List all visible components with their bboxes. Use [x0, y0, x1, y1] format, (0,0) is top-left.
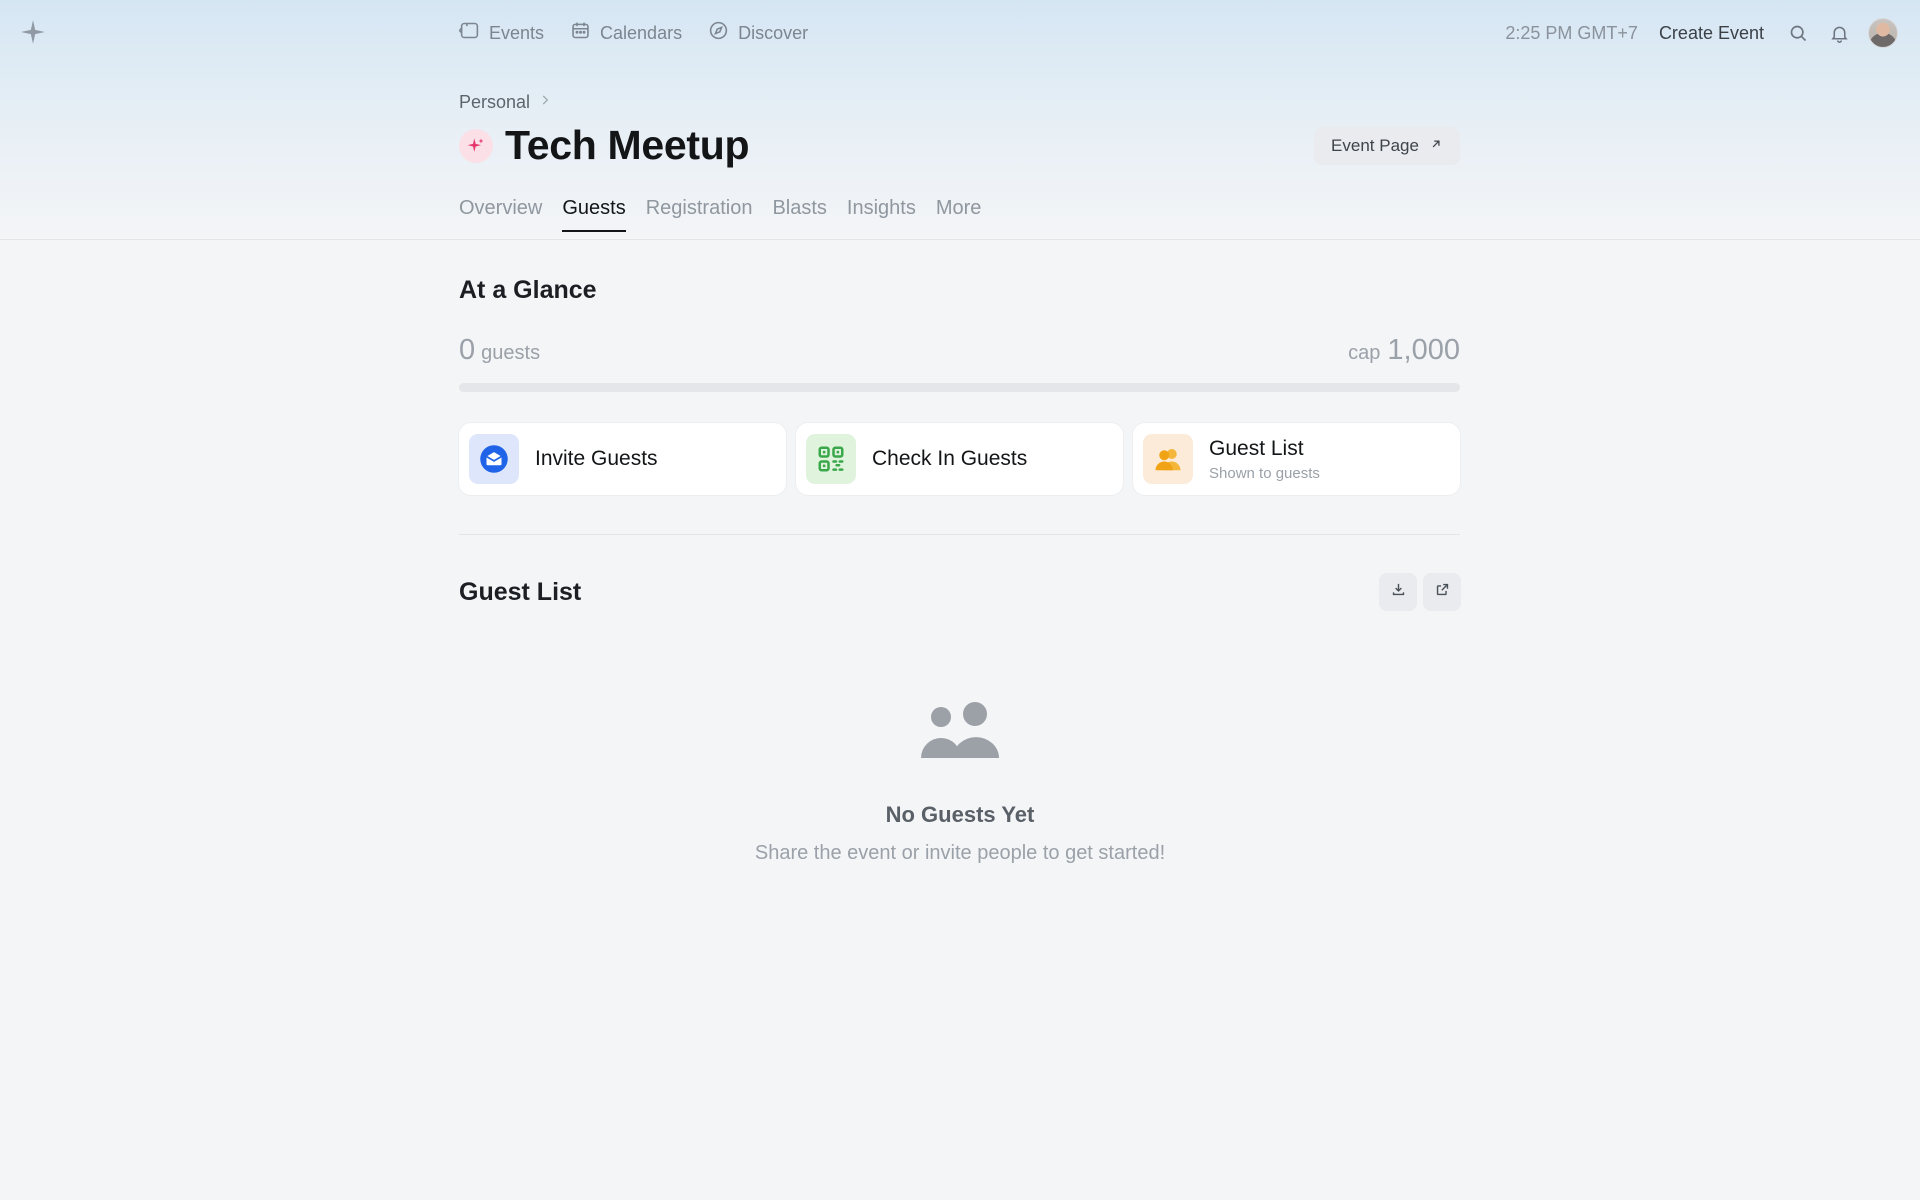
- invite-guests-card[interactable]: Invite Guests: [459, 423, 786, 495]
- event-sparkle-icon: [459, 128, 493, 163]
- nav-link-label: Events: [489, 22, 545, 43]
- current-time: 2:25 PM GMT+7: [1505, 22, 1638, 43]
- card-label: Invite Guests: [535, 447, 658, 470]
- empty-state-title: No Guests Yet: [885, 802, 1035, 827]
- arrow-up-right-icon: [1429, 136, 1443, 156]
- divider: [459, 534, 1460, 535]
- cap-label: cap: [1348, 342, 1381, 364]
- create-event-link[interactable]: Create Event: [1659, 23, 1764, 44]
- event-page-button[interactable]: Event Page: [1314, 127, 1460, 165]
- external-link-icon: [1434, 581, 1451, 603]
- event-tabs: Overview Guests Registration Blasts Insi…: [459, 197, 981, 232]
- event-page-label: Event Page: [1331, 136, 1419, 155]
- breadcrumb-personal: Personal: [459, 92, 531, 112]
- guest-list-actions: [1379, 573, 1461, 611]
- guest-count: 0 guests: [459, 334, 540, 367]
- capacity: cap 1,000: [1348, 334, 1460, 367]
- open-external-button[interactable]: [1423, 573, 1461, 611]
- nav-link-calendars[interactable]: Calendars: [570, 20, 682, 46]
- nav-link-events[interactable]: Events: [459, 20, 544, 46]
- nav-link-label: Calendars: [600, 22, 683, 43]
- chevron-right-icon: [538, 93, 552, 112]
- tab-more[interactable]: More: [936, 197, 982, 232]
- users-icon: [1143, 434, 1193, 484]
- guest-count-unit: guests: [481, 342, 541, 364]
- calendar-icon: [570, 20, 591, 46]
- card-label: Guest List: [1209, 436, 1304, 460]
- at-a-glance-title: At a Glance: [459, 276, 597, 304]
- nav-link-label: Discover: [738, 22, 809, 43]
- ticket-icon: [459, 20, 480, 46]
- sparkle-logo-icon[interactable]: [20, 19, 46, 45]
- search-icon[interactable]: [1786, 21, 1810, 45]
- top-nav: Events Calendars Discover 2:25 PM GMT+7 …: [0, 0, 1920, 66]
- empty-users-icon: [921, 702, 1001, 758]
- envelope-icon: [469, 434, 519, 484]
- nav-link-discover[interactable]: Discover: [708, 20, 808, 46]
- qr-code-icon: [806, 434, 856, 484]
- cap-value: 1,000: [1387, 334, 1460, 366]
- nav-right: 2:25 PM GMT+7 Create Event: [1505, 0, 1898, 66]
- tab-blasts[interactable]: Blasts: [772, 197, 826, 232]
- guest-list-card[interactable]: Guest List Shown to guests: [1133, 423, 1460, 495]
- bell-icon[interactable]: [1827, 21, 1851, 45]
- card-texts: Guest List Shown to guests: [1209, 437, 1320, 482]
- card-subtitle: Shown to guests: [1209, 464, 1320, 482]
- page-title: Tech Meetup: [505, 122, 750, 168]
- empty-state-subtitle: Share the event or invite people to get …: [754, 842, 1166, 864]
- card-label: Check In Guests: [872, 447, 1028, 470]
- capacity-progress-bar: [459, 383, 1460, 392]
- tab-insights[interactable]: Insights: [847, 197, 916, 232]
- tab-guests[interactable]: Guests: [562, 197, 626, 232]
- nav-links: Events Calendars Discover: [459, 0, 808, 66]
- tab-registration[interactable]: Registration: [646, 197, 753, 232]
- title-row: Tech Meetup: [459, 122, 750, 169]
- guest-count-value: 0: [459, 334, 476, 366]
- compass-icon: [708, 20, 729, 46]
- check-in-guests-card[interactable]: Check In Guests: [796, 423, 1123, 495]
- action-cards: Invite Guests Check In Guests Guest List…: [459, 423, 1460, 495]
- avatar[interactable]: [1868, 18, 1898, 48]
- download-button[interactable]: [1379, 573, 1417, 611]
- download-icon: [1390, 581, 1407, 603]
- breadcrumb[interactable]: Personal: [459, 92, 552, 113]
- tab-overview[interactable]: Overview: [459, 197, 542, 232]
- guest-list-title: Guest List: [459, 578, 582, 606]
